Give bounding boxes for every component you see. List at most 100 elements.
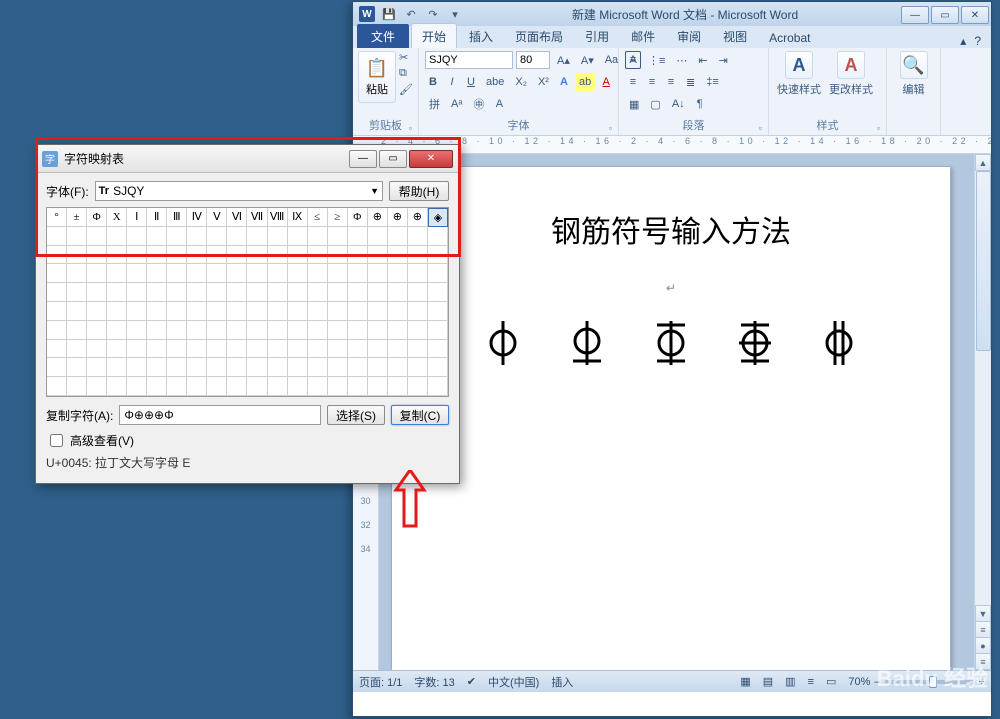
- char-cell[interactable]: ⊕: [388, 208, 408, 227]
- char-cell[interactable]: [368, 264, 388, 283]
- char-cell[interactable]: [288, 340, 308, 359]
- tab-file[interactable]: 文件: [357, 24, 409, 48]
- multilevel-icon[interactable]: ⋯: [672, 51, 691, 69]
- char-cell[interactable]: [47, 227, 67, 246]
- font-size-input[interactable]: [516, 51, 550, 69]
- char-cell[interactable]: [167, 321, 187, 340]
- char-cell[interactable]: [268, 283, 288, 302]
- char-cell[interactable]: [247, 377, 267, 396]
- show-marks-icon[interactable]: ¶: [692, 95, 708, 113]
- char-cell[interactable]: [147, 246, 167, 265]
- char-cell[interactable]: [428, 358, 448, 377]
- bold-icon[interactable]: B: [425, 73, 441, 91]
- character-grid[interactable]: °±ΦXⅠⅡⅢⅣⅤⅥⅦⅧⅨ≤≥Φ⊕⊕⊕◈: [46, 207, 449, 397]
- char-cell[interactable]: Φ: [87, 208, 107, 227]
- tab-layout[interactable]: 页面布局: [505, 24, 573, 48]
- char-cell[interactable]: [348, 246, 368, 265]
- tab-home[interactable]: 开始: [411, 23, 457, 48]
- page-scroll[interactable]: 钢筋符号输入方法 ↵: [379, 154, 991, 692]
- char-cell[interactable]: [288, 246, 308, 265]
- document-page[interactable]: 钢筋符号输入方法 ↵: [391, 166, 951, 692]
- char-cell[interactable]: [308, 264, 328, 283]
- char-cell[interactable]: [308, 377, 328, 396]
- italic-icon[interactable]: I: [444, 73, 460, 91]
- char-cell[interactable]: [328, 321, 348, 340]
- browse-object-icon[interactable]: ●: [975, 637, 991, 654]
- char-cell[interactable]: [207, 246, 227, 265]
- char-cell[interactable]: [47, 246, 67, 265]
- char-cell[interactable]: [388, 246, 408, 265]
- char-cell[interactable]: [227, 358, 247, 377]
- shrink-font-icon[interactable]: A▾: [577, 51, 598, 69]
- char-cell[interactable]: [308, 246, 328, 265]
- char-cell[interactable]: [107, 302, 127, 321]
- char-cell[interactable]: [207, 227, 227, 246]
- clear-format-icon[interactable]: Aᵃ: [447, 95, 466, 113]
- char-cell[interactable]: [328, 302, 348, 321]
- char-cell[interactable]: [368, 321, 388, 340]
- char-cell[interactable]: Ⅰ: [127, 208, 147, 227]
- select-button[interactable]: 选择(S): [327, 405, 385, 425]
- char-cell[interactable]: [187, 358, 207, 377]
- copy-chars-input[interactable]: [119, 405, 321, 425]
- char-cell[interactable]: [147, 264, 167, 283]
- numbering-icon[interactable]: ⋮≡: [644, 51, 669, 69]
- font-color-icon[interactable]: A: [598, 73, 614, 91]
- align-right-icon[interactable]: ≡: [663, 73, 679, 91]
- view-print-icon[interactable]: ▦: [740, 675, 750, 688]
- vertical-scrollbar[interactable]: ▲ ▼ ≡ ● ≡: [974, 154, 991, 670]
- char-cell[interactable]: [187, 246, 207, 265]
- char-cell[interactable]: [348, 340, 368, 359]
- char-shading-icon[interactable]: A: [491, 95, 507, 113]
- status-words[interactable]: 字数: 13: [414, 674, 454, 690]
- char-cell[interactable]: Ⅲ: [167, 208, 187, 227]
- view-draft-icon[interactable]: ▭: [826, 675, 836, 688]
- char-cell[interactable]: [388, 264, 408, 283]
- char-cell[interactable]: Ⅴ: [207, 208, 227, 227]
- char-cell[interactable]: [47, 302, 67, 321]
- char-cell[interactable]: [87, 264, 107, 283]
- char-cell[interactable]: [227, 227, 247, 246]
- scroll-thumb[interactable]: [976, 171, 991, 351]
- char-cell[interactable]: [348, 264, 368, 283]
- char-cell[interactable]: [107, 283, 127, 302]
- char-cell[interactable]: [368, 358, 388, 377]
- char-cell[interactable]: [227, 264, 247, 283]
- copy-icon[interactable]: ⧉: [399, 67, 413, 80]
- borders-icon[interactable]: ▢: [646, 95, 664, 113]
- char-cell[interactable]: [47, 358, 67, 377]
- char-cell[interactable]: [67, 340, 87, 359]
- char-cell[interactable]: X: [107, 208, 127, 227]
- char-cell[interactable]: [107, 227, 127, 246]
- char-cell[interactable]: [147, 283, 167, 302]
- char-cell[interactable]: [368, 283, 388, 302]
- char-cell[interactable]: ◈: [428, 208, 448, 227]
- char-cell[interactable]: [167, 246, 187, 265]
- char-cell[interactable]: [127, 358, 147, 377]
- font-combobox[interactable]: Tr SJQY ▼: [95, 181, 383, 201]
- char-cell[interactable]: [328, 264, 348, 283]
- char-cell[interactable]: [207, 264, 227, 283]
- scroll-down-icon[interactable]: ▼: [975, 605, 991, 622]
- char-cell[interactable]: [127, 246, 147, 265]
- char-cell[interactable]: [368, 340, 388, 359]
- char-cell[interactable]: [87, 246, 107, 265]
- char-cell[interactable]: [408, 358, 428, 377]
- char-cell[interactable]: [147, 321, 167, 340]
- char-cell[interactable]: Ⅶ: [247, 208, 267, 227]
- tab-insert[interactable]: 插入: [459, 24, 503, 48]
- advanced-view-checkbox[interactable]: [50, 434, 63, 447]
- bullets-icon[interactable]: ≡: [625, 51, 641, 69]
- status-language[interactable]: 中文(中国): [488, 674, 539, 690]
- char-cell[interactable]: [308, 321, 328, 340]
- char-cell[interactable]: [167, 377, 187, 396]
- char-cell[interactable]: [348, 358, 368, 377]
- status-insert-mode[interactable]: 插入: [551, 674, 573, 690]
- char-cell[interactable]: [147, 377, 167, 396]
- cut-icon[interactable]: ✂: [399, 51, 413, 64]
- char-cell[interactable]: [368, 302, 388, 321]
- char-cell[interactable]: [388, 283, 408, 302]
- char-cell[interactable]: [408, 302, 428, 321]
- copy-button[interactable]: 复制(C): [391, 405, 449, 425]
- char-cell[interactable]: [348, 283, 368, 302]
